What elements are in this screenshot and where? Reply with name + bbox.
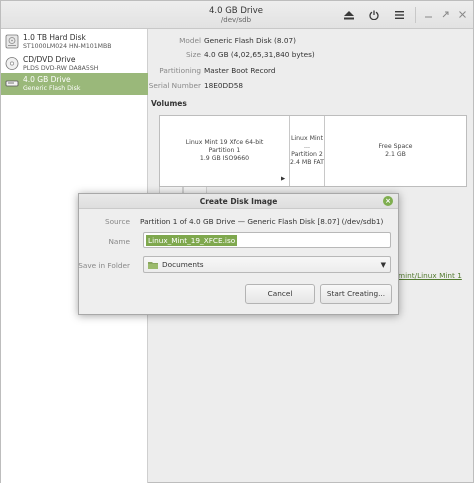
partition-2-name: Linux Mint ...	[290, 135, 324, 150]
menu-icon	[394, 11, 404, 19]
save-folder-value: Documents	[162, 260, 204, 269]
cancel-button[interactable]: Cancel	[245, 284, 315, 304]
free-space-size: 2.1 GB	[385, 151, 406, 158]
mount-point-link[interactable]: cmint/Linux Mint 1	[394, 271, 462, 280]
drive-model: PLDS DVD-RW DA8A5SH	[23, 65, 99, 72]
minimize-icon	[424, 16, 432, 17]
eject-icon	[344, 10, 354, 19]
save-folder-dropdown[interactable]: Documents ▼	[143, 256, 391, 273]
save-folder-label: Save in Folder	[78, 261, 130, 270]
name-label: Name	[108, 237, 130, 246]
sidebar-item-usb-drive[interactable]: 4.0 GB Drive Generic Flash Disk	[1, 73, 148, 95]
free-space-label: Free Space	[378, 143, 413, 150]
drive-model: ST1000LM024 HN-M101MBB	[23, 43, 112, 50]
partition-2[interactable]: Linux Mint ... Partition 2 2.4 MB FAT	[290, 116, 325, 186]
close-button[interactable]	[455, 7, 469, 21]
hard-disk-icon	[5, 34, 19, 49]
window-title-block: 4.0 GB Drive /dev/sdb	[141, 6, 331, 25]
image-name-input[interactable]: Linux_Mint_19_XFCE.iso	[143, 232, 391, 248]
size-label: Size	[186, 50, 201, 59]
source-value: Partition 1 of 4.0 GB Drive — Generic Fl…	[140, 217, 384, 226]
usb-drive-icon	[5, 80, 19, 87]
serial-label: Serial Number	[148, 81, 201, 90]
volumes-map: Linux Mint 19 Xfce 64-bit Partition 1 1.…	[159, 115, 467, 187]
start-creating-button[interactable]: Start Creating...	[320, 284, 392, 304]
dialog-title: Create Disk Image	[199, 197, 278, 206]
free-space[interactable]: Free Space 2.1 GB	[325, 116, 466, 186]
window-title: 4.0 GB Drive	[208, 6, 263, 16]
partition-1[interactable]: Linux Mint 19 Xfce 64-bit Partition 1 1.…	[160, 116, 290, 186]
mounted-indicator-icon: ▶	[281, 176, 286, 182]
create-disk-image-dialog: Create Disk Image × Source Partition 1 o…	[78, 193, 399, 315]
partition-1-number: Partition 1	[208, 147, 241, 154]
partitioning-row: Partitioning Master Boot Record	[149, 66, 469, 78]
disks-window: 4.0 GB Drive /dev/sdb 1.0 TB Hard Disk S…	[0, 0, 474, 483]
partitioning-label: Partitioning	[159, 66, 201, 75]
chevron-down-icon: ▼	[380, 261, 386, 269]
drive-menu-button[interactable]	[388, 5, 410, 25]
maximize-icon	[442, 11, 448, 17]
partition-2-size: 2.4 MB FAT	[290, 159, 324, 166]
eject-button[interactable]	[338, 5, 360, 25]
close-icon	[458, 10, 466, 18]
sidebar-item-hard-disk[interactable]: 1.0 TB Hard Disk ST1000LM024 HN-M101MBB	[1, 31, 148, 53]
source-row: Source Partition 1 of 4.0 GB Drive — Gen…	[79, 214, 398, 230]
size-value: 4.0 GB (4,02,65,31,840 bytes)	[204, 50, 315, 59]
power-icon	[369, 10, 379, 20]
sidebar-item-optical-drive[interactable]: CD/DVD Drive PLDS DVD-RW DA8A5SH	[1, 53, 148, 75]
serial-row: Serial Number 18E0DD58	[149, 81, 469, 93]
drive-model: Generic Flash Disk	[23, 85, 81, 92]
drive-name: CD/DVD Drive	[23, 55, 76, 64]
source-label: Source	[104, 217, 130, 226]
toolbar-separator	[415, 7, 416, 23]
optical-drive-icon	[5, 57, 19, 70]
size-row: Size 4.0 GB (4,02,65,31,840 bytes)	[149, 50, 469, 62]
dialog-title-bar: Create Disk Image ×	[79, 194, 398, 209]
partition-2-number: Partition 2	[291, 151, 323, 158]
dialog-close-button[interactable]: ×	[383, 196, 393, 206]
model-value: Generic Flash Disk (8.07)	[204, 36, 296, 45]
drive-name: 4.0 GB Drive	[23, 75, 71, 84]
minimize-button[interactable]	[421, 7, 435, 21]
partitioning-value: Master Boot Record	[204, 66, 276, 75]
close-icon: ×	[385, 197, 391, 205]
serial-value: 18E0DD58	[204, 81, 244, 90]
partition-1-size: 1.9 GB ISO9660	[199, 155, 250, 162]
power-off-button[interactable]	[363, 5, 385, 25]
model-row: Model Generic Flash Disk (8.07)	[149, 36, 469, 48]
folder-icon	[148, 262, 158, 269]
window-subtitle: /dev/sdb	[220, 16, 252, 24]
model-label: Model	[179, 36, 201, 45]
drive-name: 1.0 TB Hard Disk	[23, 33, 86, 42]
title-bar: 4.0 GB Drive /dev/sdb	[1, 1, 473, 29]
maximize-button[interactable]	[438, 7, 452, 21]
partition-1-name: Linux Mint 19 Xfce 64-bit	[185, 139, 264, 146]
image-name-value: Linux_Mint_19_XFCE.iso	[146, 235, 238, 246]
volumes-heading: Volumes	[151, 99, 187, 108]
